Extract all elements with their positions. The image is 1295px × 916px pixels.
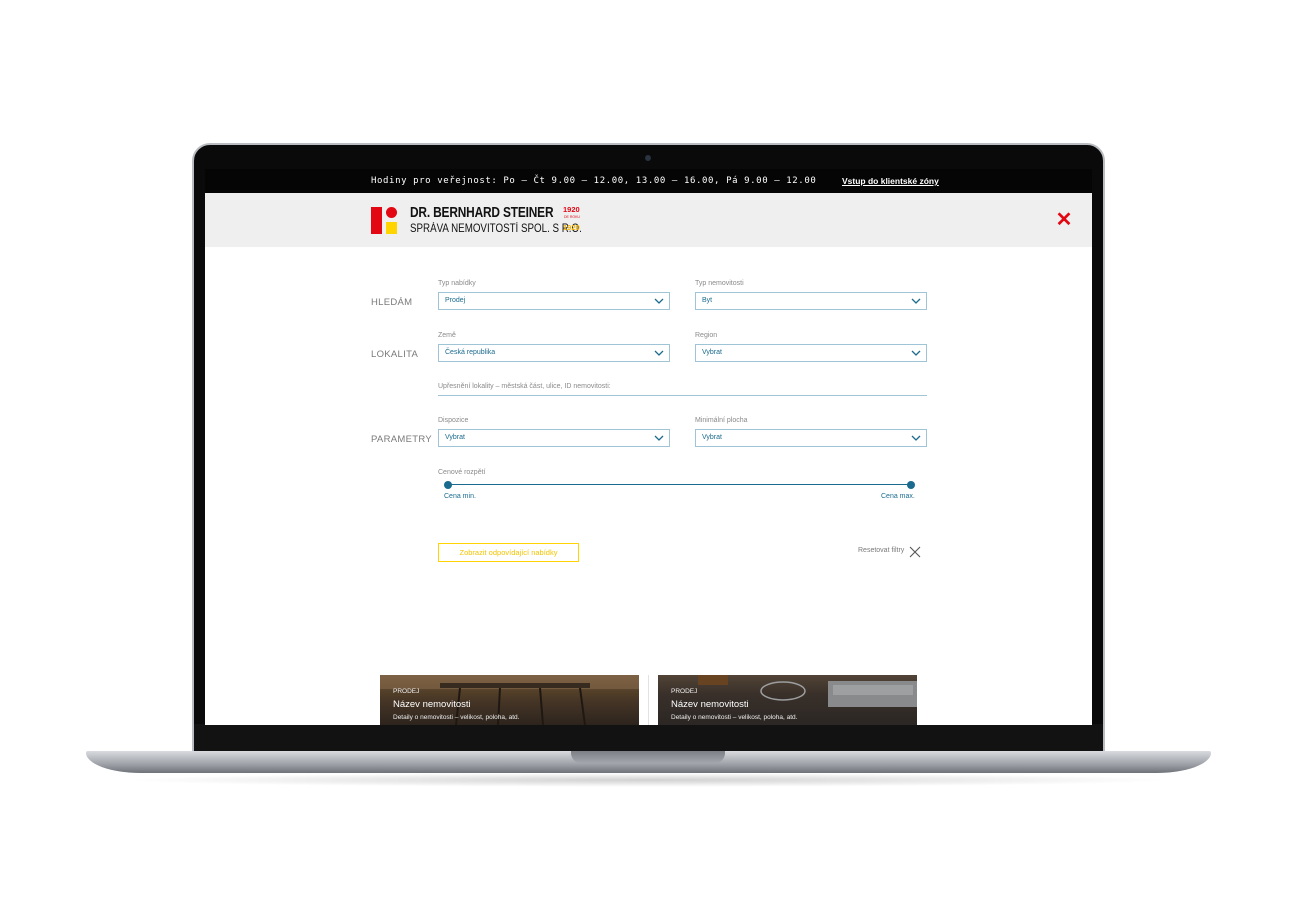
- layout-label: Dispozice: [438, 417, 469, 424]
- opening-hours: Hodiny pro veřejnost: Po – Čt 9.00 – 12.…: [371, 176, 817, 186]
- site-header: DR. BERNHARD STEINER SPRÁVA NEMOVITOSTÍ …: [205, 193, 1092, 247]
- country-label: Země: [438, 332, 456, 339]
- camera-icon: [645, 155, 651, 161]
- price-min-handle[interactable]: [444, 481, 452, 489]
- property-type-label: Typ nemovitosti: [695, 280, 744, 287]
- price-max-handle[interactable]: [907, 481, 915, 489]
- section-hledam: HLEDÁM: [371, 297, 413, 308]
- section-parametry: PARAMETRY: [371, 434, 432, 445]
- card-description: Detaily o nemovitosti – velikost, poloha…: [671, 714, 798, 721]
- logo-red-bar: [371, 207, 382, 234]
- laptop-notch: [571, 751, 725, 763]
- section-lokalita: LOKALITA: [371, 349, 419, 360]
- region-label: Region: [695, 332, 718, 339]
- card-tag: PRODEJ: [671, 688, 698, 695]
- property-type-value: Byt: [702, 297, 713, 304]
- chevron-down-icon: [654, 298, 664, 304]
- property-card[interactable]: PRODEJ Název nemovitosti Detaily o nemov…: [658, 675, 917, 725]
- offer-type-value: Prodej: [445, 297, 466, 304]
- property-card[interactable]: PRODEJ Název nemovitosti Detaily o nemov…: [380, 675, 639, 725]
- logo-icon[interactable]: [371, 207, 399, 234]
- min-area-label: Minimální plocha: [695, 417, 748, 424]
- laptop-shadow: [120, 773, 1175, 787]
- min-area-value: Vybrat: [702, 434, 722, 441]
- brand-name: DR. BERNHARD STEINER: [410, 205, 554, 221]
- brand-year-bottom: 1920: [563, 223, 580, 232]
- close-icon[interactable]: ✕: [1055, 210, 1073, 230]
- layout-value: Vybrat: [445, 434, 465, 441]
- top-info-bar: Hodiny pro veřejnost: Po – Čt 9.00 – 12.…: [205, 169, 1092, 193]
- price-max-label: Cena max.: [881, 493, 915, 500]
- browser-screen: Hodiny pro veřejnost: Po – Čt 9.00 – 12.…: [205, 169, 1092, 725]
- card-title: Název nemovitosti: [393, 699, 471, 710]
- reset-filters-button[interactable]: Resetovat filtry: [858, 547, 904, 554]
- logo-yellow-square: [386, 222, 397, 234]
- locality-refine-placeholder: Upřesnění lokality – městská část, ulice…: [438, 383, 611, 390]
- brand-year-mid: DE ROKU: [564, 215, 580, 219]
- chevron-down-icon: [911, 298, 921, 304]
- card-divider: [648, 675, 649, 725]
- logo-red-dot: [386, 207, 397, 218]
- price-min-label: Cena min.: [444, 493, 476, 500]
- chevron-down-icon: [654, 350, 664, 356]
- min-area-select[interactable]: Vybrat: [695, 429, 927, 447]
- card-description: Detaily o nemovitosti – velikost, poloha…: [393, 714, 520, 721]
- locality-refine-input[interactable]: Upřesnění lokality – městská část, ulice…: [438, 380, 927, 396]
- offer-type-select[interactable]: Prodej: [438, 292, 670, 310]
- card-tag: PRODEJ: [393, 688, 420, 695]
- layout-select[interactable]: Vybrat: [438, 429, 670, 447]
- chevron-down-icon: [911, 435, 921, 441]
- client-zone-link[interactable]: Vstup do klientské zóny: [842, 176, 939, 186]
- laptop-chin: [194, 724, 1103, 752]
- card-title: Název nemovitosti: [671, 699, 749, 710]
- country-value: Česká republika: [445, 349, 496, 356]
- show-results-button[interactable]: Zobrazit odpovídající nabídky: [438, 543, 579, 562]
- country-select[interactable]: Česká republika: [438, 344, 670, 362]
- price-range-track[interactable]: [448, 484, 911, 485]
- property-type-select[interactable]: Byt: [695, 292, 927, 310]
- region-select[interactable]: Vybrat: [695, 344, 927, 362]
- offer-type-label: Typ nabídky: [438, 280, 476, 287]
- region-value: Vybrat: [702, 349, 722, 356]
- chevron-down-icon: [654, 435, 664, 441]
- chevron-down-icon: [911, 350, 921, 356]
- brand-subtitle: SPRÁVA NEMOVITOSTÍ SPOL. S R.O.: [410, 223, 582, 235]
- brand-year-top: 1920: [563, 205, 580, 214]
- close-icon[interactable]: [909, 546, 921, 558]
- laptop-mockup: Hodiny pro veřejnost: Po – Čt 9.00 – 12.…: [0, 0, 1295, 916]
- price-range-label: Cenové rozpětí: [438, 469, 486, 476]
